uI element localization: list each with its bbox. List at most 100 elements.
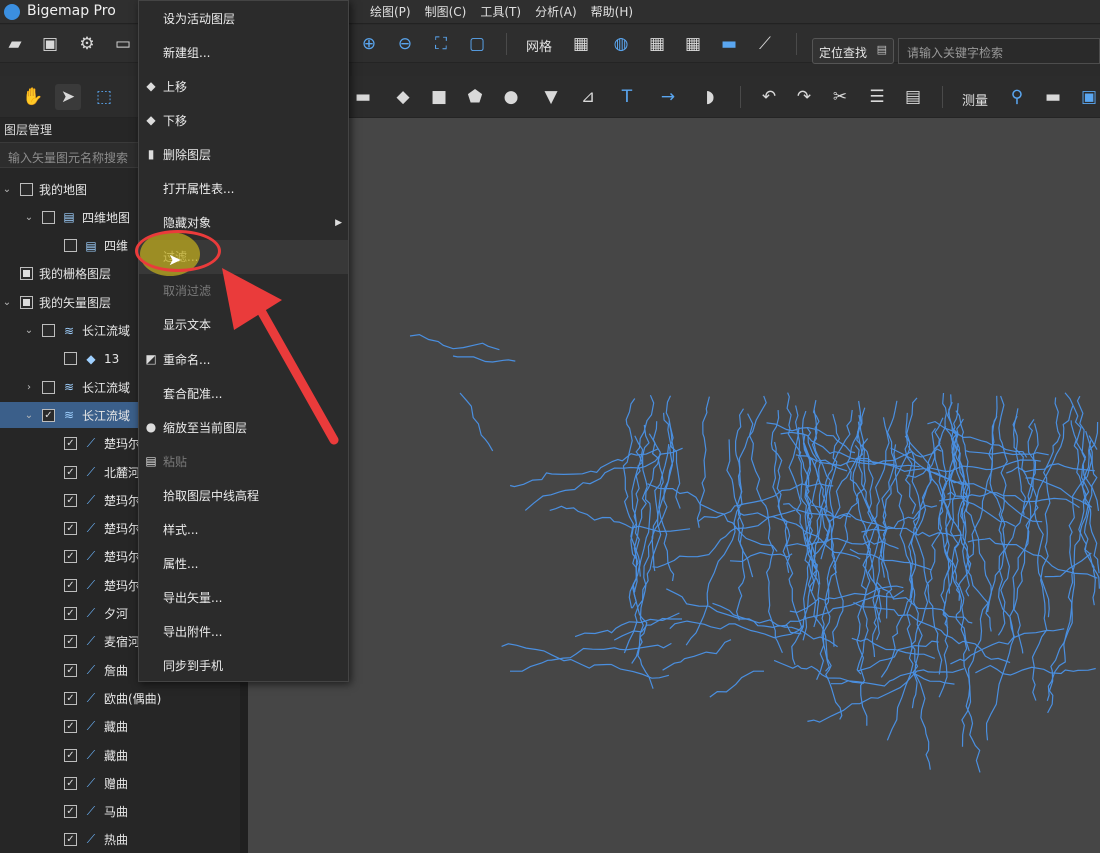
- layer-checkbox[interactable]: ✓: [64, 776, 77, 790]
- layer-checkbox[interactable]: [20, 267, 33, 281]
- draw-polygon-icon[interactable]: ◆: [390, 84, 416, 110]
- draw-circle-icon[interactable]: ●: [498, 84, 524, 110]
- grid-label[interactable]: 网格: [526, 36, 552, 55]
- layer-checkbox[interactable]: ✓: [64, 691, 77, 705]
- zoom-layer-icon: ●: [145, 420, 157, 435]
- km-grid-icon[interactable]: ▦: [644, 31, 670, 57]
- layer-checkbox[interactable]: ✓: [64, 720, 77, 734]
- layer-checkbox[interactable]: ✓: [64, 578, 77, 592]
- layer-checkbox[interactable]: ✓: [64, 437, 77, 451]
- context-menu-item[interactable]: ▮ 删除图层: [139, 137, 348, 171]
- select-arrow-icon[interactable]: ➤: [55, 84, 81, 110]
- layer-label: 四维: [104, 239, 129, 254]
- draw-pentagon-icon[interactable]: ⬟: [462, 84, 488, 110]
- context-menu-item[interactable]: ◆ 上移: [139, 69, 348, 103]
- river-line: [630, 394, 655, 609]
- layer-tree-row[interactable]: ✓ ⟋ 欧曲(偶曲): [0, 685, 240, 711]
- settings-gear-icon[interactable]: ⚙: [74, 31, 100, 57]
- text-tool-icon[interactable]: T: [614, 84, 640, 110]
- broom-icon[interactable]: ⟋: [752, 31, 778, 57]
- layer-checkbox[interactable]: ✓: [64, 522, 77, 536]
- save-icon[interactable]: ▣: [37, 31, 63, 57]
- draw-square-icon[interactable]: ■: [426, 84, 452, 110]
- layer-checkbox[interactable]: ✓: [64, 607, 77, 620]
- layer-checkbox[interactable]: ✓: [64, 550, 77, 564]
- keyword-search-input[interactable]: 请输入关键字检索: [898, 38, 1100, 64]
- context-menu-item[interactable]: 属性...: [139, 547, 348, 581]
- select-box-icon[interactable]: ⬚: [91, 84, 117, 110]
- grid-icon[interactable]: ▦: [568, 31, 594, 57]
- context-menu-item[interactable]: 同步到手机: [139, 649, 348, 683]
- layer-tree-row[interactable]: ✓ ⟋ 藏曲: [0, 742, 240, 768]
- expand-chevron-icon[interactable]: ⌄: [24, 212, 34, 223]
- layer-label: 长江流域: [82, 408, 131, 423]
- nm-grid-icon[interactable]: ▦: [680, 31, 706, 57]
- expand-chevron-icon[interactable]: ⌄: [2, 297, 12, 308]
- layer-label: 夕河: [104, 607, 129, 621]
- context-menu-item[interactable]: 拾取图层中线高程: [139, 478, 348, 512]
- layer-checkbox[interactable]: [42, 210, 55, 224]
- full-extent-icon[interactable]: ⛶: [428, 31, 454, 57]
- menu-tools[interactable]: 工具(T): [480, 3, 521, 20]
- context-menu-item[interactable]: ◆ 下移: [139, 103, 348, 137]
- expand-chevron-icon[interactable]: ⌄: [2, 184, 12, 195]
- expand-chevron-icon[interactable]: ⌄: [24, 325, 34, 336]
- layer-checkbox[interactable]: ✓: [64, 465, 77, 479]
- map-canvas[interactable]: [248, 118, 1100, 853]
- layer-checkbox[interactable]: [64, 239, 77, 253]
- layer-checkbox[interactable]: [64, 352, 77, 366]
- draw-sector-icon[interactable]: ▼: [538, 84, 564, 110]
- open-folder-icon[interactable]: ▰: [2, 31, 28, 57]
- document-icon[interactable]: ▤: [900, 84, 926, 110]
- zoom-in-icon[interactable]: ⊕: [356, 31, 382, 57]
- context-menu-item[interactable]: 样式...: [139, 513, 348, 547]
- layer-checkbox[interactable]: ✓: [64, 805, 77, 819]
- collapse-chevron-icon[interactable]: ›: [24, 382, 34, 393]
- layer-checkbox[interactable]: ✓: [64, 493, 77, 507]
- river-line: [409, 333, 500, 351]
- layer-checkbox[interactable]: ✓: [64, 833, 77, 847]
- list-icon[interactable]: ☰: [864, 84, 890, 110]
- layer-checkbox[interactable]: [42, 324, 55, 337]
- menu-cartography[interactable]: 制图(C): [425, 3, 467, 20]
- location-pin-icon[interactable]: ⚲: [1004, 84, 1030, 110]
- folder-icon[interactable]: ▬: [716, 31, 742, 57]
- context-menu-item[interactable]: 设为活动图层: [139, 1, 348, 35]
- context-menu-item[interactable]: 新建组...: [139, 35, 348, 69]
- layer-checkbox[interactable]: ✓: [42, 408, 55, 422]
- measure-label[interactable]: 测量: [962, 90, 988, 109]
- menu-help[interactable]: 帮助(H): [591, 3, 633, 20]
- locate-search-dropdown[interactable]: 定位查找 ▤: [812, 38, 894, 64]
- undo-icon[interactable]: ↶: [756, 84, 782, 110]
- context-menu-item[interactable]: 打开属性表...: [139, 172, 348, 206]
- layer-tree-row[interactable]: ✓ ⟋ 赠曲: [0, 770, 240, 796]
- layer-tree-row[interactable]: ✓ ⟋ 藏曲: [0, 714, 240, 740]
- area-measure-icon[interactable]: ▣: [1076, 84, 1100, 110]
- fit-view-icon[interactable]: ▢: [464, 31, 490, 57]
- redo-icon[interactable]: ↷: [791, 84, 817, 110]
- layer-checkbox[interactable]: ✓: [64, 635, 77, 649]
- layer-checkbox[interactable]: [20, 295, 33, 309]
- globe-grid-icon[interactable]: ◍: [608, 31, 634, 57]
- ruler-icon[interactable]: ▬: [1040, 84, 1066, 110]
- curve-tool-icon[interactable]: ◗: [697, 84, 723, 110]
- layer-checkbox[interactable]: [42, 380, 55, 394]
- context-menu-item[interactable]: 导出矢量...: [139, 581, 348, 615]
- layer-tree-row[interactable]: ✓ ⟋ 热曲: [0, 827, 240, 853]
- arrow-tool-icon[interactable]: →: [655, 84, 681, 110]
- layer-tree-row[interactable]: ✓ ⟋ 马曲: [0, 799, 240, 825]
- scissors-icon[interactable]: ✂: [827, 84, 853, 110]
- layer-checkbox[interactable]: ✓: [64, 663, 77, 677]
- draw-rectangle-icon[interactable]: ▬: [350, 84, 376, 110]
- menu-draw[interactable]: 绘图(P): [370, 3, 411, 20]
- image-icon[interactable]: ▭: [110, 31, 136, 57]
- layer-checkbox[interactable]: [20, 182, 33, 196]
- zoom-out-icon[interactable]: ⊖: [392, 31, 418, 57]
- menu-analysis[interactable]: 分析(A): [535, 3, 577, 20]
- pan-hand-icon[interactable]: ✋: [20, 84, 46, 110]
- layer-checkbox[interactable]: ✓: [64, 748, 77, 762]
- draw-text-line-icon[interactable]: ⊿: [575, 84, 601, 110]
- expand-chevron-icon[interactable]: ⌄: [24, 410, 34, 421]
- context-menu-item[interactable]: 导出附件...: [139, 615, 348, 649]
- polyline-icon: ⟋: [86, 804, 96, 819]
